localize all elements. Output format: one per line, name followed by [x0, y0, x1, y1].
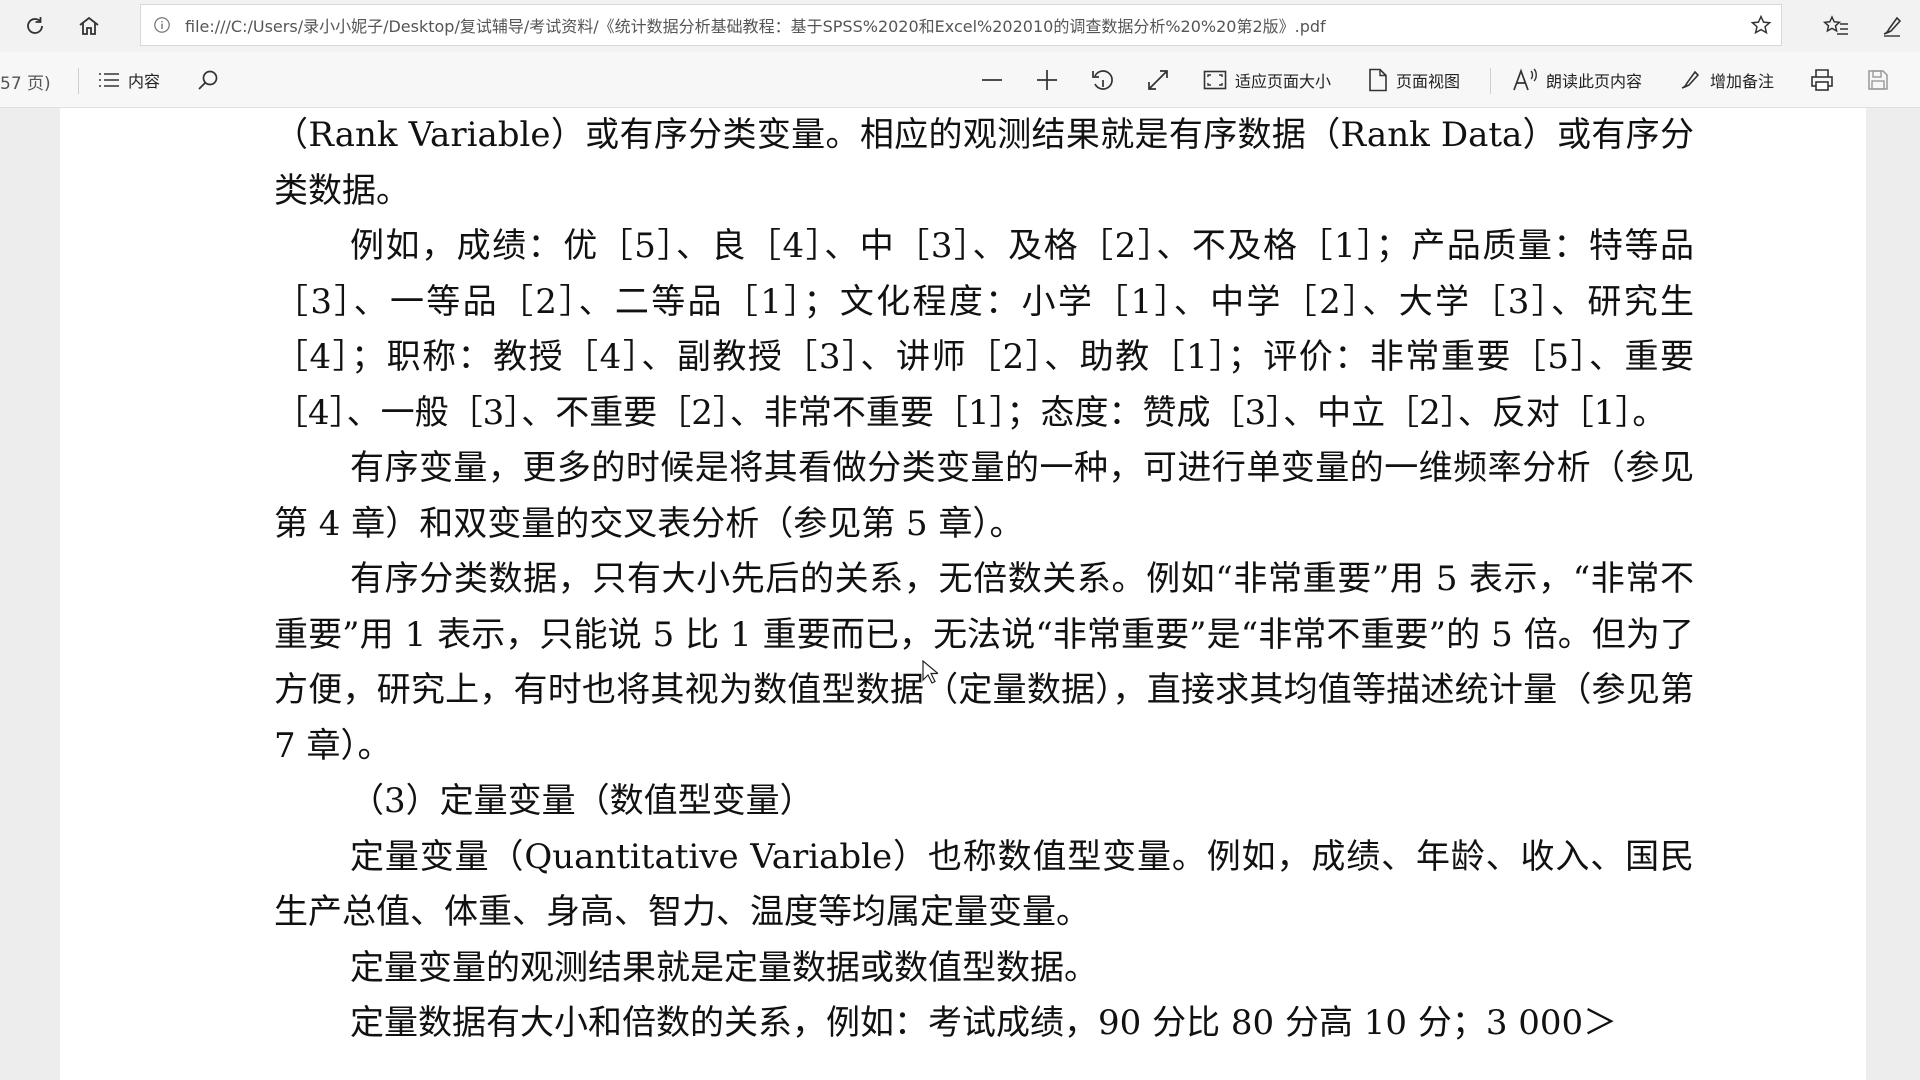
fullscreen-button[interactable] [1140, 62, 1176, 98]
document-text: （Rank Variable）或有序分类变量。相应的观测结果就是有序数据（Ran… [274, 108, 1694, 1052]
refresh-icon [27, 17, 43, 34]
address-bar[interactable]: file:///C:/Users/录小小妮子/Desktop/复试辅导/考试资料… [140, 4, 1782, 46]
paragraph: 定量变量的观测结果就是定量数据或数值型数据。 [350, 947, 1098, 988]
zoom-out-button[interactable] [974, 62, 1010, 98]
expand-icon [1148, 70, 1168, 90]
pdf-page: （Rank Variable）或有序分类变量。相应的观测结果就是有序数据（Ran… [60, 108, 1866, 1080]
page-icon [1369, 68, 1387, 92]
pen-icon [1681, 70, 1700, 89]
home-button[interactable] [62, 4, 116, 48]
plus-icon [1037, 70, 1057, 90]
url-text[interactable]: file:///C:/Users/录小小妮子/Desktop/复试辅导/考试资料… [185, 13, 1741, 37]
refresh-button[interactable] [8, 4, 62, 48]
browser-actions [1808, 4, 1920, 48]
favorites-button[interactable] [1808, 4, 1864, 48]
save-button[interactable] [1860, 62, 1896, 98]
mouse-cursor-icon [922, 660, 938, 684]
favorites-icon [1823, 15, 1848, 35]
read-aloud-button[interactable]: 朗读此页内容 [1512, 62, 1642, 98]
contents-label: 内容 [128, 72, 161, 91]
zoom-in-button[interactable] [1029, 62, 1065, 98]
list-icon [99, 73, 119, 87]
contents-button[interactable]: 内容 [98, 62, 160, 98]
page-view-label: 页面视图 [1396, 72, 1461, 91]
toolbar-divider [1490, 68, 1491, 94]
rotate-icon [1092, 70, 1113, 90]
pen-icon [1883, 16, 1902, 37]
paragraph: （Rank Variable）或有序分类变量。相应的观测结果就是有序数据（Ran… [274, 115, 1694, 211]
toolbar-divider [78, 68, 79, 94]
rotate-button[interactable] [1085, 62, 1121, 98]
section-heading: （3）定量变量（数值型变量） [350, 781, 814, 821]
fit-page-label: 适应页面大小 [1235, 72, 1332, 91]
page-count: 57 页) [0, 74, 51, 94]
paragraph: 定量数据有大小和倍数的关系，例如：考试成绩，90 分比 80 分高 10 分；3… [350, 1003, 1618, 1043]
info-icon[interactable] [153, 16, 171, 34]
search-button[interactable] [190, 62, 226, 98]
fit-page-icon [1203, 70, 1227, 90]
star-icon [1750, 14, 1772, 35]
paragraph: 定量变量（Quantitative Variable）也称数值型变量。例如，成绩… [274, 836, 1694, 933]
add-notes-label: 增加备注 [1710, 72, 1775, 91]
print-icon [1811, 69, 1833, 91]
pdf-toolbar: 57 页) 内容 适应页面大小 页面视图 朗读此页内容 增加备注 [0, 52, 1920, 108]
page-view-button[interactable]: 页面视图 [1368, 62, 1460, 98]
fit-page-button[interactable]: 适应页面大小 [1203, 62, 1331, 98]
pen-button[interactable] [1864, 4, 1920, 48]
read-aloud-icon [1513, 68, 1537, 91]
save-icon [1868, 70, 1888, 90]
paragraph: 有序分类数据，只有大小先后的关系，无倍数关系。例如“非常重要”用 5 表示，“非… [274, 559, 1694, 766]
home-icon [79, 16, 99, 35]
favorite-button[interactable] [1741, 5, 1781, 45]
read-aloud-label: 朗读此页内容 [1546, 72, 1643, 91]
browser-toolbar: file:///C:/Users/录小小妮子/Desktop/复试辅导/考试资料… [0, 0, 1920, 52]
minus-icon [982, 79, 1002, 81]
add-notes-button[interactable]: 增加备注 [1678, 62, 1774, 98]
search-icon [198, 70, 218, 90]
paragraph: 有序变量，更多的时候是将其看做分类变量的一种，可进行单变量的一维频率分析（参见第… [274, 448, 1694, 544]
paragraph: 例如，成绩：优［5］、良［4］、中［3］、及格［2］、不及格［1］；产品质量：特… [274, 226, 1694, 433]
print-button[interactable] [1804, 62, 1840, 98]
